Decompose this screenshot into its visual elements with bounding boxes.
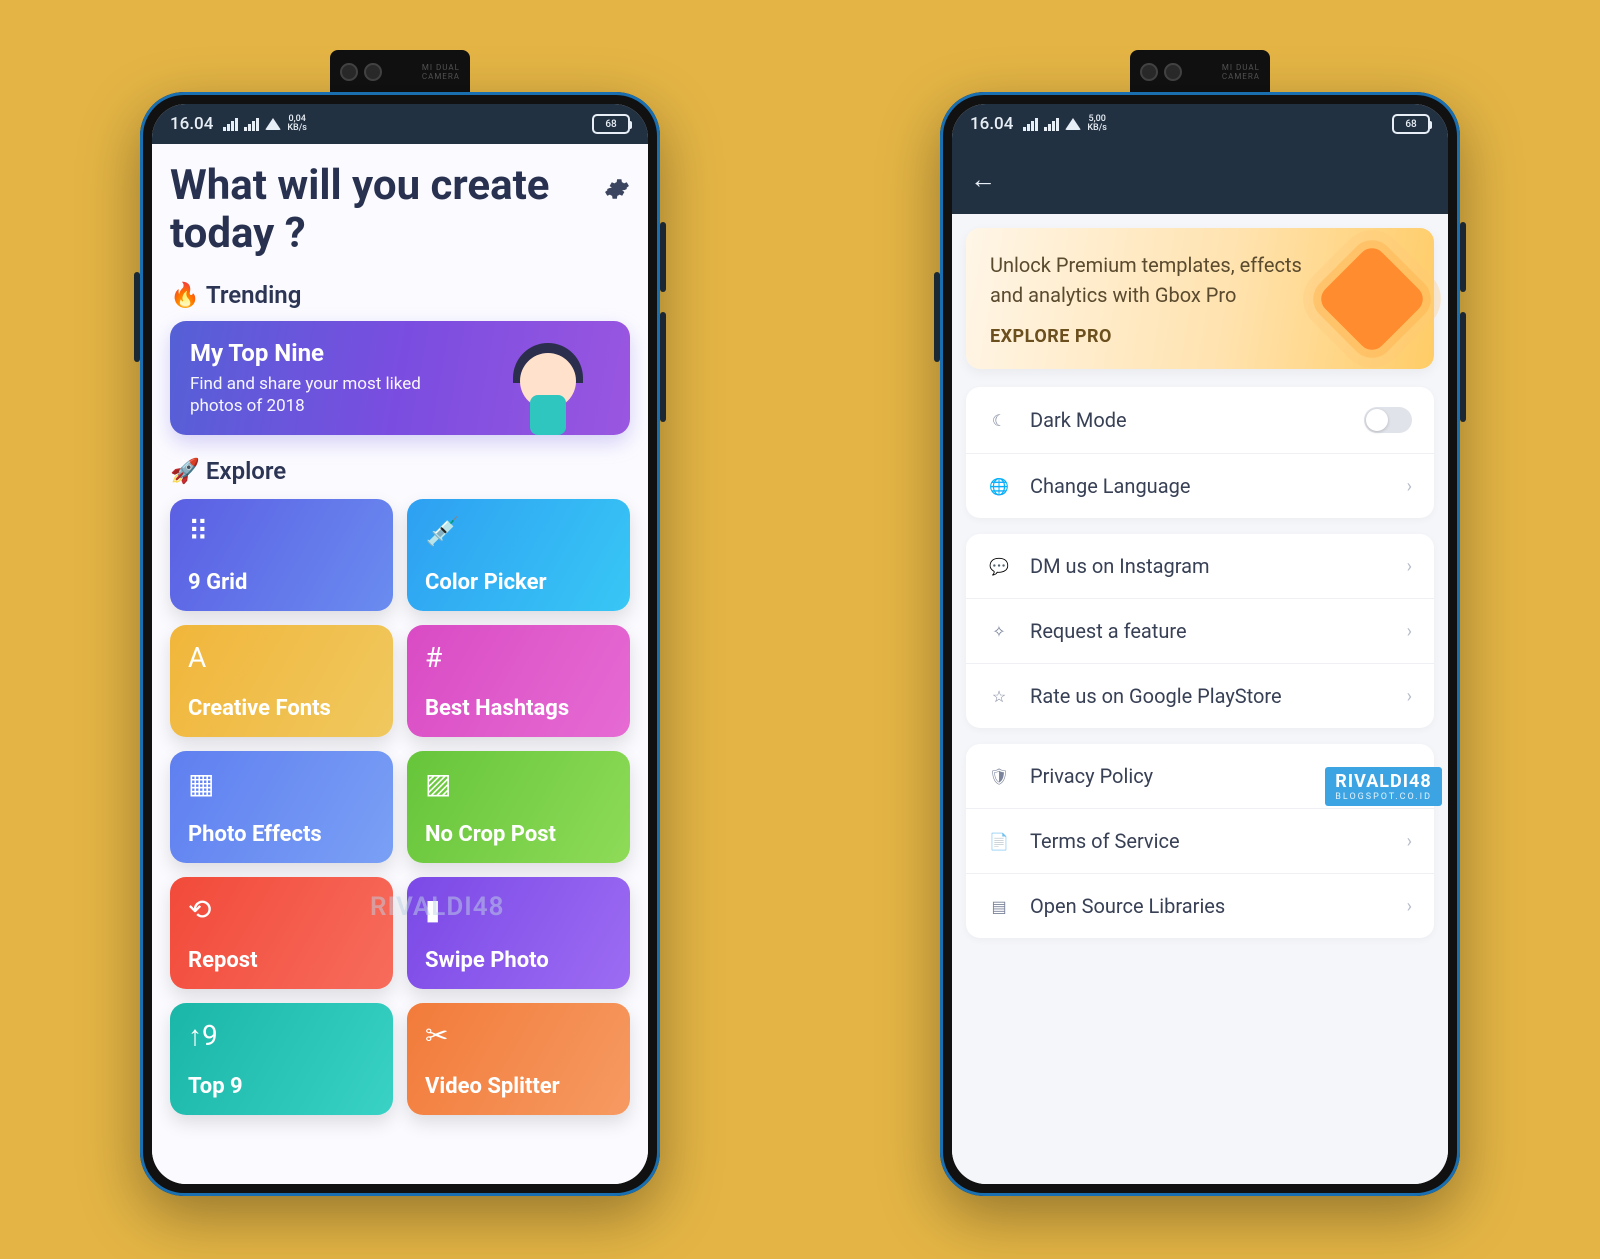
fire-icon: 🔥	[170, 281, 200, 309]
tile-9grid[interactable]: ⠿ 9 Grid	[170, 499, 393, 611]
toggle-switch[interactable]	[1364, 407, 1412, 433]
tile-color-picker-label: Color Picker	[425, 570, 612, 595]
page-title: What will you create today ?	[170, 162, 604, 259]
tile-best-hashtags[interactable]: # Best Hashtags	[407, 625, 630, 737]
signal-icon	[223, 117, 238, 131]
tile-video-splitter-label: Video Splitter	[425, 1074, 612, 1099]
row-terms-of-service-label: Terms of Service	[1030, 829, 1387, 853]
tile-color-picker-icon: 💉	[425, 515, 612, 545]
tile-swipe-photo[interactable]: ▮ Swipe Photo	[407, 877, 630, 989]
tile-top-9-icon: ↑9	[188, 1019, 375, 1049]
row-change-language[interactable]: 🌐 Change Language ›	[966, 453, 1434, 518]
tile-creative-fonts-icon: A	[188, 641, 375, 671]
row-dark-mode-label: Dark Mode	[1030, 408, 1344, 432]
tile-no-crop-post-icon: ▨	[425, 767, 612, 797]
camera-bump: MI DUALCAMERA	[330, 50, 470, 94]
chevron-right-icon: ›	[1407, 556, 1412, 577]
row-dm-instagram-icon: 💬	[988, 557, 1010, 576]
tile-swipe-photo-label: Swipe Photo	[425, 948, 612, 973]
gear-icon[interactable]	[604, 176, 630, 206]
tile-video-splitter[interactable]: ✂ Video Splitter	[407, 1003, 630, 1115]
chevron-right-icon: ›	[1407, 476, 1412, 497]
trending-card[interactable]: My Top Nine Find and share your most lik…	[170, 321, 630, 435]
row-open-source[interactable]: ▤ Open Source Libraries ›	[966, 873, 1434, 938]
data-rate: 0,04KB/s	[287, 115, 307, 133]
row-rate-playstore[interactable]: ☆ Rate us on Google PlayStore ›	[966, 663, 1434, 728]
row-dm-instagram-label: DM us on Instagram	[1030, 554, 1387, 578]
tile-photo-effects-label: Photo Effects	[188, 822, 375, 847]
explore-heading: 🚀Explore	[170, 457, 630, 485]
row-rate-playstore-label: Rate us on Google PlayStore	[1030, 684, 1387, 708]
status-bar: 16.04 0,04KB/s 68	[152, 104, 648, 144]
row-open-source-icon: ▤	[988, 897, 1010, 916]
chevron-right-icon: ›	[1407, 686, 1412, 707]
trending-subtitle: Find and share your most liked photos of…	[190, 373, 470, 417]
status-time: 16.04	[170, 114, 213, 134]
tile-repost[interactable]: ⟲ Repost	[170, 877, 393, 989]
row-terms-of-service-icon: 📄	[988, 832, 1010, 851]
tile-repost-label: Repost	[188, 948, 375, 973]
tile-best-hashtags-icon: #	[425, 641, 612, 671]
tile-no-crop-post-label: No Crop Post	[425, 822, 612, 847]
tile-9grid-label: 9 Grid	[188, 570, 375, 595]
tile-photo-effects[interactable]: ▦ Photo Effects	[170, 751, 393, 863]
row-change-language-icon: 🌐	[988, 477, 1010, 496]
settings-group: 💬DM us on Instagram›✧Request a feature›☆…	[966, 534, 1434, 728]
row-terms-of-service[interactable]: 📄 Terms of Service ›	[966, 808, 1434, 873]
tile-creative-fonts[interactable]: A Creative Fonts	[170, 625, 393, 737]
row-request-feature-icon: ✧	[988, 622, 1010, 641]
trending-illustration	[480, 339, 610, 417]
chevron-right-icon: ›	[1407, 831, 1412, 852]
row-rate-playstore-icon: ☆	[988, 687, 1010, 706]
tile-video-splitter-icon: ✂	[425, 1019, 612, 1049]
settings-navbar: ←	[952, 144, 1448, 214]
tile-best-hashtags-label: Best Hashtags	[425, 696, 612, 721]
tile-creative-fonts-label: Creative Fonts	[188, 696, 375, 721]
row-dm-instagram[interactable]: 💬 DM us on Instagram ›	[966, 534, 1434, 598]
row-open-source-label: Open Source Libraries	[1030, 894, 1387, 918]
phone-home: MI DUALCAMERA 16.04 0,04KB/s 68	[140, 50, 660, 1196]
back-arrow-icon[interactable]: ←	[970, 164, 996, 195]
tile-color-picker[interactable]: 💉 Color Picker	[407, 499, 630, 611]
status-bar: 16.04 5,00KB/s 68	[952, 104, 1448, 144]
watermark-badge: RIVALDI48BLOGSPOT.CO.ID	[1325, 767, 1442, 806]
promo-banner[interactable]: Unlock Premium templates, effects and an…	[966, 228, 1434, 369]
trending-heading: 🔥Trending	[170, 281, 630, 309]
wifi-icon	[1065, 118, 1081, 130]
signal-icon-2	[1044, 117, 1059, 131]
row-request-feature[interactable]: ✧ Request a feature ›	[966, 598, 1434, 663]
tile-9grid-icon: ⠿	[188, 515, 375, 545]
signal-icon-2	[244, 117, 259, 131]
status-time: 16.04	[970, 114, 1013, 134]
battery-icon: 68	[592, 114, 630, 134]
tile-top-9-label: Top 9	[188, 1074, 375, 1099]
phone-settings: MI DUALCAMERA 16.04 5,00KB/s 68	[940, 50, 1460, 1196]
tile-repost-icon: ⟲	[188, 893, 375, 923]
row-privacy-policy-icon: 🛡	[988, 767, 1010, 786]
rocket-icon: 🚀	[170, 457, 200, 485]
tile-swipe-photo-icon: ▮	[425, 893, 612, 923]
wifi-icon	[265, 118, 281, 130]
signal-icon	[1023, 117, 1038, 131]
row-request-feature-label: Request a feature	[1030, 619, 1387, 643]
chevron-right-icon: ›	[1407, 896, 1412, 917]
trending-title: My Top Nine	[190, 339, 470, 367]
tile-top-9[interactable]: ↑9 Top 9	[170, 1003, 393, 1115]
battery-icon: 68	[1392, 114, 1430, 134]
chevron-right-icon: ›	[1407, 621, 1412, 642]
camera-bump: MI DUALCAMERA	[1130, 50, 1270, 94]
data-rate: 5,00KB/s	[1087, 115, 1107, 133]
promo-text: Unlock Premium templates, effects and an…	[990, 250, 1310, 310]
settings-group: ☾ Dark Mode 🌐 Change Language ›	[966, 387, 1434, 518]
tile-photo-effects-icon: ▦	[188, 767, 375, 797]
row-dark-mode[interactable]: ☾ Dark Mode	[966, 387, 1434, 453]
row-change-language-label: Change Language	[1030, 474, 1387, 498]
row-dark-mode-icon: ☾	[988, 411, 1010, 430]
tile-no-crop-post[interactable]: ▨ No Crop Post	[407, 751, 630, 863]
